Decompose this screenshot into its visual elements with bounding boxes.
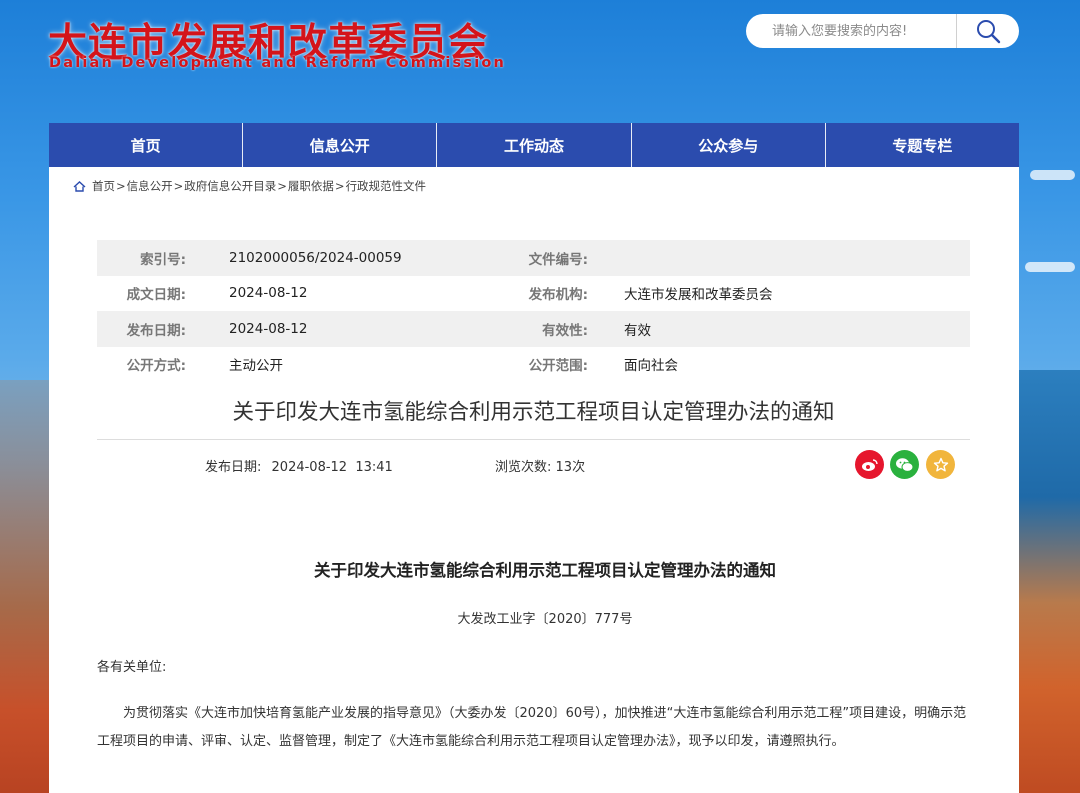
view-count-label: 浏览次数: [495, 460, 552, 475]
breadcrumb-gov-info-catalog[interactable]: 政府信息公开目录 [184, 178, 276, 194]
breadcrumb-separator: > [116, 179, 126, 193]
meta-label-validity: 有效性: [542, 322, 588, 339]
meta-value-written-date: 2024-08-12 [229, 285, 308, 302]
document-meta-table: 索引号: 2102000056/2024-00059 文件编号: 成文日期: 2… [97, 240, 970, 382]
main-nav: 首页 信息公开 工作动态 公众参与 专题专栏 [49, 123, 1019, 167]
breadcrumb-duty-basis[interactable]: 履职依据 [288, 178, 334, 194]
meta-value-publish-date: 2024-08-12 [229, 320, 308, 337]
nav-item-work-updates[interactable]: 工作动态 [437, 123, 632, 167]
publish-date-value: 2024-08-12 13:41 [271, 460, 393, 475]
add-favorite-button[interactable] [926, 450, 955, 479]
meta-label-publish-date: 发布日期: [126, 322, 186, 339]
meta-label-disclosure-scope: 公开范围: [528, 358, 588, 375]
meta-value-disclosure-scope: 面向社会 [624, 358, 678, 375]
publish-date-label: 发布日期: [205, 460, 262, 475]
search-input[interactable] [746, 14, 956, 48]
breadcrumb-separator: > [334, 179, 345, 193]
cloud-decoration [1030, 170, 1075, 180]
meta-label-written-date: 成文日期: [126, 287, 186, 304]
body-paragraph: 为贯彻落实《大连市加快培育氢能产业发展的指导意见》（大委办发〔2020〕60号）… [97, 706, 967, 749]
meta-label-index-number: 索引号: [140, 251, 186, 268]
home-icon [73, 180, 86, 192]
breadcrumb-info-disclosure[interactable]: 信息公开 [127, 178, 173, 194]
nav-item-home[interactable]: 首页 [49, 123, 244, 167]
star-icon [933, 457, 948, 471]
background-scenery-left [0, 380, 50, 793]
nav-item-public-participation[interactable]: 公众参与 [632, 123, 826, 167]
meta-row: 索引号: 2102000056/2024-00059 文件编号: [97, 240, 970, 276]
breadcrumb-separator: > [173, 179, 184, 193]
site-subtitle: Dalian Development and Reform Commission [49, 55, 507, 71]
nav-item-info-disclosure[interactable]: 信息公开 [243, 123, 438, 167]
meta-label-disclosure-method: 公开方式: [126, 358, 186, 375]
publish-date-info: 发布日期: 2024-08-12 13:41 [205, 456, 393, 475]
view-count-value: 13次 [555, 460, 586, 475]
nav-item-special-topics[interactable]: 专题专栏 [826, 123, 1019, 167]
meta-value-index-number: 2102000056/2024-00059 [229, 249, 402, 266]
article-title: 关于印发大连市氢能综合利用示范工程项目认定管理办法的通知 [232, 400, 835, 425]
background-scenery-right [1018, 370, 1080, 793]
content-panel: 首页 > 信息公开 > 政府信息公开目录 > 履职依据 > 行政规范性文件 索引… [49, 167, 1019, 793]
document-number: 大发改工业字〔2020〕777号 [457, 612, 633, 627]
meta-row: 成文日期: 2024-08-12 发布机构: 大连市发展和改革委员会 [97, 276, 970, 312]
meta-label-file-number: 文件编号: [528, 251, 588, 268]
search-box [746, 14, 1019, 48]
cloud-decoration [1025, 262, 1075, 272]
body-title: 关于印发大连市氢能综合利用示范工程项目认定管理办法的通知 [314, 561, 776, 580]
salutation: 各有关单位: [97, 660, 167, 675]
share-wechat-button[interactable] [890, 450, 919, 479]
breadcrumb-home[interactable]: 首页 [92, 178, 115, 194]
share-weibo-button[interactable] [855, 450, 884, 479]
meta-row: 发布日期: 2024-08-12 有效性: 有效 [97, 311, 970, 347]
meta-value-disclosure-method: 主动公开 [229, 358, 283, 375]
weibo-icon [862, 458, 878, 471]
search-icon [977, 20, 1001, 44]
breadcrumb-normative-documents[interactable]: 行政规范性文件 [346, 178, 427, 194]
wechat-icon [896, 457, 914, 472]
title-divider [97, 439, 970, 440]
meta-value-issuing-agency: 大连市发展和改革委员会 [624, 287, 773, 304]
meta-value-validity: 有效 [624, 322, 651, 339]
breadcrumb: 首页 > 信息公开 > 政府信息公开目录 > 履职依据 > 行政规范性文件 [73, 178, 426, 194]
meta-label-issuing-agency: 发布机构: [528, 287, 588, 304]
search-button[interactable] [957, 14, 1019, 48]
meta-row: 公开方式: 主动公开 公开范围: 面向社会 [97, 347, 970, 383]
breadcrumb-separator: > [277, 179, 287, 193]
view-count-info: 浏览次数: 13次 [495, 456, 585, 475]
